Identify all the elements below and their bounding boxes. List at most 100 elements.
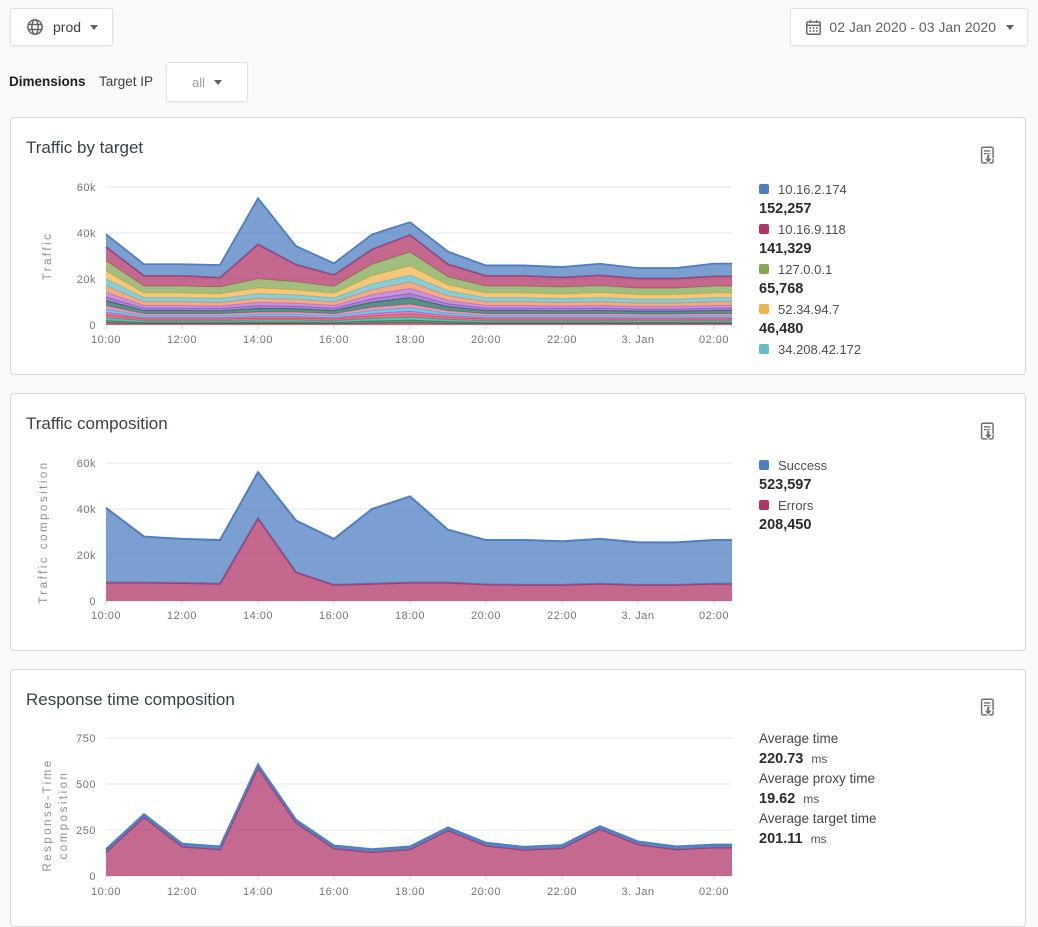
x-tick-label: 16:00 <box>319 886 349 898</box>
x-tick-label: 12:00 <box>167 610 197 622</box>
x-tick-label: 12:00 <box>167 334 197 346</box>
x-tick-label: 20:00 <box>471 610 501 622</box>
response-time-stats: Average time220.73msAverage proxy time19… <box>759 729 1019 849</box>
date-range-picker[interactable]: 02 Jan 2020 - 03 Jan 2020 <box>790 8 1028 46</box>
x-tick-label: 10:00 <box>91 334 121 346</box>
x-tick-label: 02:00 <box>699 610 729 622</box>
stat-label: Average proxy time <box>759 769 1019 789</box>
legend-label: 10.16.9.118 <box>778 222 846 237</box>
x-tick-label: 16:00 <box>319 610 349 622</box>
legend-item[interactable]: Success <box>759 455 1009 475</box>
x-tick-label: 20:00 <box>471 334 501 346</box>
stat-label: Average target time <box>759 809 1019 829</box>
y-tick-label: 0 <box>89 871 96 883</box>
x-tick-label: 20:00 <box>471 886 501 898</box>
legend-item[interactable]: Errors <box>759 495 1009 515</box>
x-tick-label: 16:00 <box>319 334 349 346</box>
response-time-composition-chart: 0 250 500 750 10:00 12:00 14:00 16:00 18:00 20:00… <box>31 723 732 923</box>
dimension-value-label: all <box>192 75 205 90</box>
legend-item[interactable]: 127.0.0.1 <box>759 259 1009 279</box>
x-tick-label: 3. Jan <box>622 610 655 622</box>
y-tick-label: 60k <box>77 458 96 470</box>
legend-color-swatch <box>759 344 769 354</box>
legend-value: 523,597 <box>759 475 1009 495</box>
legend-color-swatch <box>759 304 769 314</box>
card-title: Traffic by target <box>26 138 143 158</box>
chevron-down-icon <box>214 80 222 85</box>
card-title: Traffic composition <box>26 414 168 434</box>
traffic-by-target-chart: 020k40k60k10:0012:0014:0016:0018:0020:00… <box>31 171 732 351</box>
legend-color-swatch <box>759 224 769 234</box>
area-series-Success <box>106 472 732 585</box>
x-tick-label: 3. Jan <box>622 886 655 898</box>
x-tick-label: 18:00 <box>395 610 425 622</box>
stat-value: 201.11ms <box>759 829 1019 849</box>
dimensions-label: Dimensions <box>9 74 86 89</box>
stat-unit: ms <box>811 752 827 766</box>
x-tick-label: 10:00 <box>91 886 121 898</box>
response-time-composition-card: Response time composition Response-Time … <box>10 669 1026 927</box>
environment-selector[interactable]: prod <box>10 8 113 46</box>
y-tick-label: 0 <box>89 320 96 332</box>
calendar-icon <box>804 18 823 37</box>
legend-value: 141,329 <box>759 239 1009 259</box>
x-tick-label: 18:00 <box>395 886 425 898</box>
x-tick-label: 22:00 <box>547 334 577 346</box>
area-series-Average proxy time <box>106 765 732 852</box>
legend-item[interactable]: 34.208.42.172 <box>759 339 1009 359</box>
date-range-label: 02 Jan 2020 - 03 Jan 2020 <box>829 19 996 35</box>
legend-item[interactable]: 52.34.94.7 <box>759 299 1009 319</box>
stat-value: 19.62ms <box>759 789 1019 809</box>
legend-value: 208,450 <box>759 515 1009 535</box>
legend-label: Errors <box>778 498 813 513</box>
legend-label: Success <box>778 458 827 473</box>
chevron-down-icon <box>90 25 98 30</box>
x-tick-label: 18:00 <box>395 334 425 346</box>
stat-unit: ms <box>803 792 819 806</box>
legend-label: 127.0.0.1 <box>778 262 832 277</box>
x-tick-label: 02:00 <box>699 886 729 898</box>
x-tick-label: 14:00 <box>243 334 273 346</box>
y-tick-label: 20k <box>77 550 96 562</box>
x-tick-label: 02:00 <box>699 334 729 346</box>
x-tick-label: 22:00 <box>547 610 577 622</box>
export-report-icon[interactable] <box>977 145 999 167</box>
legend-item[interactable]: 10.16.2.174 <box>759 179 1009 199</box>
x-tick-label: 12:00 <box>167 886 197 898</box>
legend-label: 10.16.2.174 <box>778 182 847 197</box>
x-tick-label: 22:00 <box>547 886 577 898</box>
y-tick-label: 250 <box>76 825 96 837</box>
chart-legend: Success 523,597 Errors 208,450 <box>759 455 1009 535</box>
traffic-composition-card: Traffic composition Traffic composition … <box>10 393 1026 651</box>
legend-color-swatch <box>759 500 769 510</box>
y-tick-label: 40k <box>77 504 96 516</box>
x-tick-label: 10:00 <box>91 610 121 622</box>
dimension-value-dropdown[interactable]: all <box>166 62 248 102</box>
stat-value: 220.73ms <box>759 749 1019 769</box>
export-report-icon[interactable] <box>977 697 999 719</box>
dimension-name-label: Target IP <box>99 74 153 89</box>
y-tick-label: 500 <box>76 779 96 791</box>
environment-label: prod <box>53 19 81 35</box>
legend-value: 65,768 <box>759 279 1009 299</box>
x-tick-label: 3. Jan <box>622 334 655 346</box>
card-title: Response time composition <box>26 690 235 710</box>
x-tick-label: 14:00 <box>243 610 273 622</box>
legend-value: 152,257 <box>759 199 1009 219</box>
chevron-down-icon <box>1006 25 1014 30</box>
legend-value: 46,480 <box>759 319 1009 339</box>
stat-label: Average time <box>759 729 1019 749</box>
y-tick-label: 40k <box>77 228 96 240</box>
legend-label: 34.208.42.172 <box>778 342 861 357</box>
globe-icon <box>25 17 45 37</box>
y-tick-label: 750 <box>76 733 96 745</box>
stat-unit: ms <box>811 832 827 846</box>
legend-color-swatch <box>759 460 769 470</box>
x-tick-label: 14:00 <box>243 886 273 898</box>
legend-label: 52.34.94.7 <box>778 302 839 317</box>
legend-color-swatch <box>759 184 769 194</box>
y-tick-label: 0 <box>89 596 96 608</box>
export-report-icon[interactable] <box>977 421 999 443</box>
y-tick-label: 60k <box>77 182 96 194</box>
legend-item[interactable]: 10.16.9.118 <box>759 219 1009 239</box>
